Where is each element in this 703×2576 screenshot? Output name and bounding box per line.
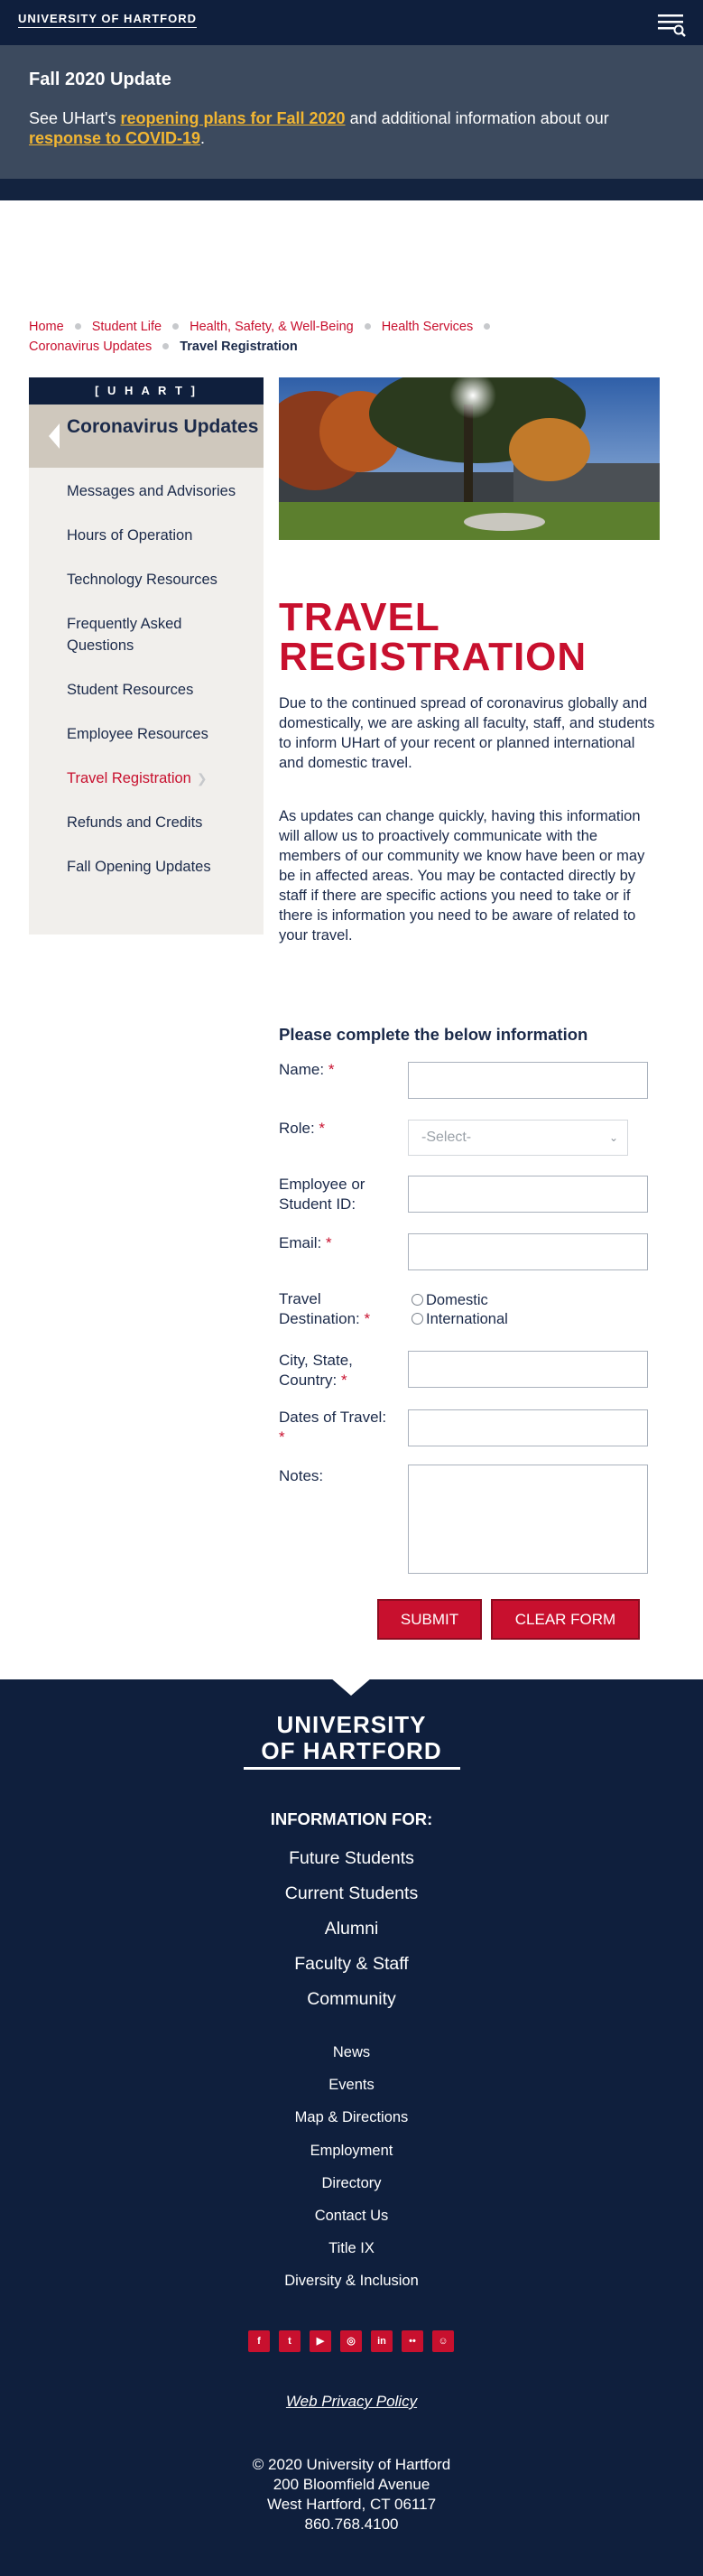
footer-info-heading: INFORMATION FOR: bbox=[270, 1809, 433, 1828]
chevron-right-icon: ❯ bbox=[196, 771, 208, 786]
chevron-down-icon: ⌄ bbox=[608, 1131, 618, 1144]
copyright: © 2020 University of Hartford bbox=[252, 2456, 451, 2473]
breadcrumb-separator bbox=[364, 323, 371, 330]
radio-circle-icon[interactable] bbox=[412, 1294, 423, 1306]
footer-utility-links: News Events Map & Directions Employment … bbox=[0, 2036, 703, 2298]
sidebar-item-faq[interactable]: Frequently Asked Questions bbox=[29, 613, 264, 656]
banner-title: Fall 2020 Update bbox=[29, 70, 171, 89]
role-select[interactable]: -Select- ⌄ bbox=[408, 1120, 628, 1156]
breadcrumb-health-safety[interactable]: Health, Safety, & Well-Being bbox=[190, 320, 354, 334]
destination-international-radio[interactable]: International bbox=[412, 1310, 508, 1328]
sidebar-item-employee-resources[interactable]: Employee Resources bbox=[29, 723, 264, 745]
sidebar-item-refunds[interactable]: Refunds and Credits bbox=[29, 812, 264, 833]
travel-destination-label: Travel Destination: * bbox=[279, 1290, 371, 1327]
twitter-icon[interactable]: t bbox=[279, 2330, 301, 2352]
city-state-country-field[interactable] bbox=[408, 1351, 648, 1388]
top-bar: UNIVERSITY OF HARTFORD bbox=[0, 0, 703, 45]
email-field[interactable] bbox=[408, 1233, 648, 1270]
footer-link-current-students[interactable]: Current Students bbox=[0, 1876, 703, 1911]
sidebar-item-messages[interactable]: Messages and Advisories bbox=[29, 480, 264, 502]
notes-textarea[interactable] bbox=[408, 1465, 648, 1574]
name-field[interactable] bbox=[408, 1062, 648, 1099]
form-title: Please complete the below information bbox=[279, 1025, 588, 1044]
breadcrumb-coronavirus-updates[interactable]: Coronavirus Updates bbox=[29, 339, 152, 354]
privacy-policy-link[interactable]: Web Privacy Policy bbox=[286, 2393, 417, 2410]
social-links: f t ▶ ◎ in •• ☺ bbox=[248, 2330, 456, 2352]
breadcrumb-current: Travel Registration bbox=[180, 339, 298, 354]
youtube-icon[interactable]: ▶ bbox=[310, 2330, 331, 2352]
clear-form-button[interactable]: CLEAR FORM bbox=[491, 1599, 640, 1640]
breadcrumb-home[interactable]: Home bbox=[29, 320, 64, 334]
footer-link-employment[interactable]: Employment bbox=[0, 2134, 703, 2167]
city-state-country-label: City, State, Country: * bbox=[279, 1352, 353, 1389]
breadcrumb-separator bbox=[74, 323, 81, 330]
linkedin-icon[interactable]: in bbox=[371, 2330, 393, 2352]
instagram-icon[interactable]: ◎ bbox=[340, 2330, 362, 2352]
footer-link-events[interactable]: Events bbox=[0, 2069, 703, 2101]
student-id-field[interactable] bbox=[408, 1176, 648, 1213]
name-label: Name: * bbox=[279, 1061, 335, 1078]
footer-logo[interactable]: UNIVERSITY OF HARTFORD bbox=[0, 1712, 703, 1770]
back-arrow-icon[interactable] bbox=[49, 423, 60, 449]
flickr-icon[interactable]: •• bbox=[402, 2330, 423, 2352]
updates-paragraph: As updates can change quickly, having th… bbox=[279, 808, 645, 944]
page-title: TRAVEL REGISTRATION bbox=[279, 595, 587, 679]
footer-address: © 2020 University of Hartford 200 Bloomf… bbox=[0, 2455, 703, 2534]
banner-bottom-band bbox=[0, 179, 703, 200]
student-id-label: Employee or Student ID: bbox=[279, 1176, 365, 1213]
footer-link-contact[interactable]: Contact Us bbox=[0, 2199, 703, 2232]
sidebar-header[interactable]: Coronavirus Updates bbox=[29, 405, 264, 468]
breadcrumb: Home Student Life Health, Safety, & Well-B… bbox=[29, 317, 552, 357]
site-logo[interactable]: UNIVERSITY OF HARTFORD bbox=[18, 12, 197, 28]
intro-paragraph: Due to the continued spread of coronavir… bbox=[279, 695, 655, 771]
submit-button[interactable]: SUBMIT bbox=[377, 1599, 482, 1640]
privacy-policy: Web Privacy Policy bbox=[0, 2393, 703, 2411]
sidebar-item-travel-registration[interactable]: Travel Registration ❯ bbox=[29, 767, 264, 789]
address-line-2: West Hartford, CT 06117 bbox=[266, 2496, 437, 2513]
banner-text: See UHart's reopening plans for Fall 202… bbox=[29, 109, 609, 147]
fall-update-banner: Fall 2020 Update See UHart's reopening p… bbox=[0, 45, 703, 179]
sidebar-title: Coronavirus Updates bbox=[67, 416, 259, 437]
footer-link-news[interactable]: News bbox=[0, 2036, 703, 2069]
dates-of-travel-field[interactable] bbox=[408, 1409, 648, 1446]
campus-hero-image bbox=[279, 377, 660, 540]
footer-link-map[interactable]: Map & Directions bbox=[0, 2101, 703, 2134]
footer-link-diversity[interactable]: Diversity & Inclusion bbox=[0, 2264, 703, 2297]
section-sidebar: [ U H A R T ] Coronavirus Updates Messag… bbox=[29, 377, 264, 935]
footer-link-alumni[interactable]: Alumni bbox=[0, 1911, 703, 1947]
breadcrumb-separator bbox=[172, 323, 180, 330]
notes-label: Notes: bbox=[279, 1467, 324, 1484]
footer-logo-underline bbox=[243, 1767, 460, 1770]
dates-of-travel-label: Dates of Travel: * bbox=[279, 1409, 387, 1446]
footer-link-directory[interactable]: Directory bbox=[0, 2167, 703, 2199]
footer-notch bbox=[330, 1678, 372, 1696]
footer-link-title-ix[interactable]: Title IX bbox=[0, 2232, 703, 2264]
role-label: Role: * bbox=[279, 1120, 326, 1137]
facebook-icon[interactable]: f bbox=[248, 2330, 270, 2352]
covid-response-link[interactable]: response to COVID-19 bbox=[29, 129, 200, 147]
snapchat-icon[interactable]: ☺ bbox=[432, 2330, 454, 2352]
radio-circle-icon[interactable] bbox=[412, 1313, 423, 1325]
destination-domestic-radio[interactable]: Domestic bbox=[412, 1291, 488, 1309]
breadcrumb-separator bbox=[162, 343, 170, 349]
breadcrumb-health-services[interactable]: Health Services bbox=[382, 320, 474, 334]
sidebar-item-student-resources[interactable]: Student Resources bbox=[29, 679, 264, 701]
sidebar-item-fall-opening[interactable]: Fall Opening Updates bbox=[29, 856, 264, 878]
phone-number[interactable]: 860.768.4100 bbox=[0, 2515, 703, 2534]
sidebar-item-technology[interactable]: Technology Resources bbox=[29, 569, 264, 591]
sidebar-brand: [ U H A R T ] bbox=[29, 377, 264, 405]
address-line-1: 200 Bloomfield Avenue bbox=[273, 2476, 430, 2493]
footer-link-community[interactable]: Community bbox=[0, 1982, 703, 2017]
breadcrumb-student-life[interactable]: Student Life bbox=[92, 320, 162, 334]
menu-search-icon[interactable] bbox=[656, 11, 687, 38]
breadcrumb-separator bbox=[484, 323, 491, 330]
footer-link-faculty-staff[interactable]: Faculty & Staff bbox=[0, 1947, 703, 1982]
reopening-plans-link[interactable]: reopening plans for Fall 2020 bbox=[120, 109, 345, 127]
sidebar-item-hours[interactable]: Hours of Operation bbox=[29, 525, 264, 546]
email-label: Email: * bbox=[279, 1234, 332, 1251]
footer-audience-links: Future Students Current Students Alumni … bbox=[0, 1841, 703, 2017]
footer-link-future-students[interactable]: Future Students bbox=[0, 1841, 703, 1876]
sidebar-nav: Messages and Advisories Hours of Operati… bbox=[29, 468, 264, 878]
